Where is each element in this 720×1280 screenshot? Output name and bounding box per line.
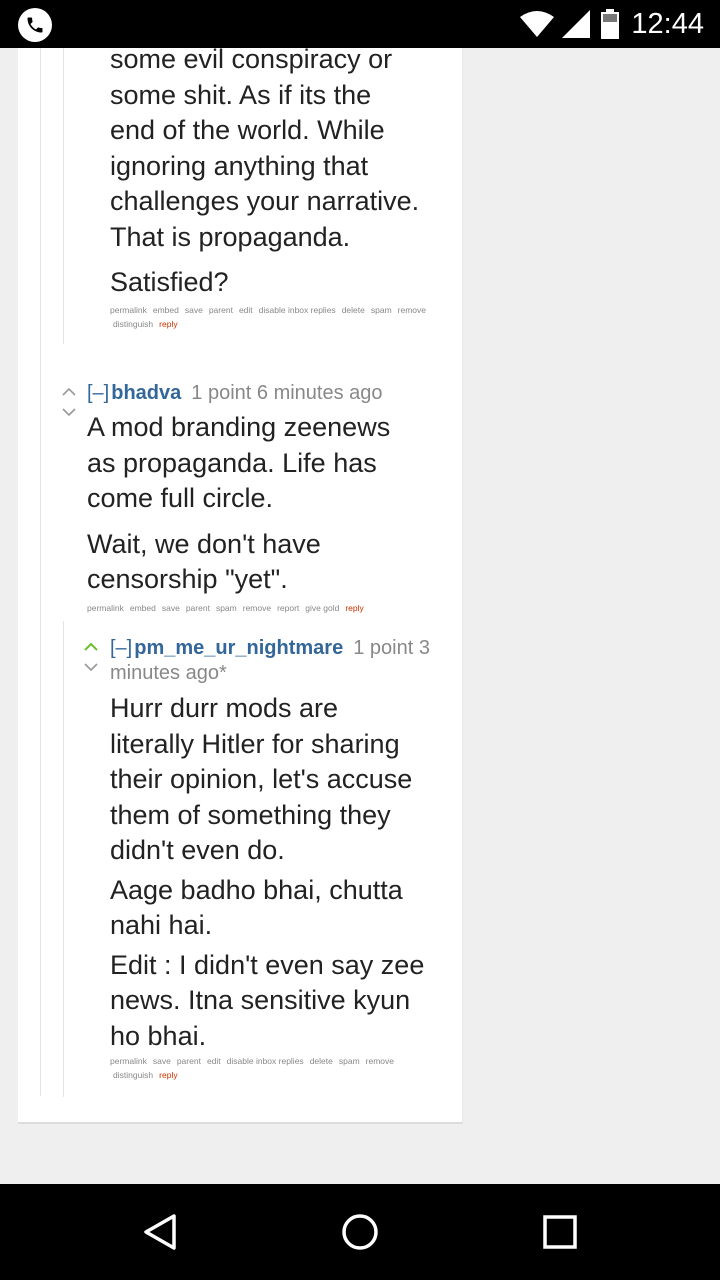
edit-button[interactable]: edit <box>239 305 253 315</box>
comment-paragraph: Aage badho bhai, chutta nahi hai. <box>110 874 403 941</box>
thread-line <box>63 48 64 344</box>
thread-line <box>63 621 64 1097</box>
battery-icon <box>601 9 620 39</box>
delete-button[interactable]: delete <box>342 305 365 315</box>
embed-button[interactable]: embed <box>153 305 179 315</box>
disable-inbox-replies-button[interactable]: disable inbox replies <box>259 305 336 315</box>
comment-meta: 1 point 6 minutes ago <box>191 382 383 404</box>
parent-button[interactable]: parent <box>177 1056 201 1066</box>
spam-button[interactable]: spam <box>216 603 237 613</box>
clock: 12:44 <box>631 7 704 40</box>
permalink-button[interactable]: permalink <box>87 603 124 613</box>
thread-line <box>40 48 41 1096</box>
report-button[interactable]: report <box>277 603 299 613</box>
save-button[interactable]: save <box>153 1056 171 1066</box>
comment-paragraph: some evil conspiracy or some shit. As if… <box>110 48 420 252</box>
comment-paragraph: Edit : I didn't even say zee news. Itna … <box>110 949 425 1051</box>
comment-paragraph: Satisfied? <box>110 267 229 297</box>
comment-body: Hurr durr mods are literally Hitler for … <box>110 691 462 1054</box>
save-button[interactable]: save <box>185 305 203 315</box>
remove-button[interactable]: remove <box>243 603 271 613</box>
parent-button[interactable]: parent <box>186 603 210 613</box>
comment-paragraph: A mod branding zeenews as propaganda. Li… <box>87 412 391 513</box>
author-link[interactable]: bhadva <box>111 382 181 404</box>
distinguish-button[interactable]: distinguish <box>113 1070 153 1080</box>
delete-button[interactable]: delete <box>310 1056 333 1066</box>
phone-call-icon <box>18 8 52 42</box>
upvote-arrow-icon[interactable] <box>83 639 99 655</box>
comment-tagline: [–] pm_me_ur_nightmare 1 point 3 minutes a… <box>110 636 455 686</box>
remove-button[interactable]: remove <box>366 1056 394 1066</box>
downvote-arrow-icon[interactable] <box>61 404 77 420</box>
collapse-button[interactable]: [–] <box>87 382 109 404</box>
comment-body: A mod branding zeenews as propaganda. Li… <box>87 410 457 598</box>
comment-buttons: permalink embed save parent spam remove report… <box>87 601 432 615</box>
remove-button[interactable]: remove <box>398 305 426 315</box>
comment-buttons: permalink save parent edit disable inbox rep… <box>110 1054 455 1082</box>
reply-button[interactable]: reply <box>159 319 177 329</box>
comment-thread[interactable]: some evil conspiracy or some shit. As if… <box>0 48 720 1184</box>
permalink-button[interactable]: permalink <box>110 305 147 315</box>
distinguish-button[interactable]: distinguish <box>113 319 153 329</box>
comment-body: some evil conspiracy or some shit. As if… <box>110 48 460 301</box>
comment-buttons: permalink embed save parent edit disable inbo… <box>110 303 455 331</box>
comment-paragraph: Hurr durr mods are literally Hitler for … <box>110 693 413 865</box>
comment-meta-time: minutes ago* <box>110 662 227 684</box>
collapse-button[interactable]: [–] <box>110 637 132 659</box>
comment-tagline: [–] bhadva 1 point 6 minutes ago <box>87 381 383 406</box>
back-icon[interactable] <box>140 1212 180 1252</box>
downvote-arrow-icon[interactable] <box>83 659 99 675</box>
reply-button[interactable]: reply <box>345 603 363 613</box>
signal-icon <box>562 10 591 38</box>
upvote-arrow-icon[interactable] <box>61 384 77 400</box>
give-gold-button[interactable]: give gold <box>305 603 339 613</box>
comment-paragraph: Wait, we don't have censorship "yet". <box>87 528 321 595</box>
edit-button[interactable]: edit <box>207 1056 221 1066</box>
home-icon[interactable] <box>340 1212 380 1252</box>
embed-button[interactable]: embed <box>130 603 156 613</box>
parent-button[interactable]: parent <box>209 305 233 315</box>
save-button[interactable]: save <box>162 603 180 613</box>
comment-meta: 1 point 3 <box>353 637 430 659</box>
wifi-icon <box>520 11 555 37</box>
recent-apps-icon[interactable] <box>540 1212 580 1252</box>
author-link[interactable]: pm_me_ur_nightmare <box>134 637 343 659</box>
spam-button[interactable]: spam <box>339 1056 360 1066</box>
reply-button[interactable]: reply <box>159 1070 177 1080</box>
navigation-bar <box>0 1184 720 1280</box>
disable-inbox-replies-button[interactable]: disable inbox replies <box>227 1056 304 1066</box>
status-bar: 12:44 <box>0 0 720 48</box>
permalink-button[interactable]: permalink <box>110 1056 147 1066</box>
spam-button[interactable]: spam <box>371 305 392 315</box>
